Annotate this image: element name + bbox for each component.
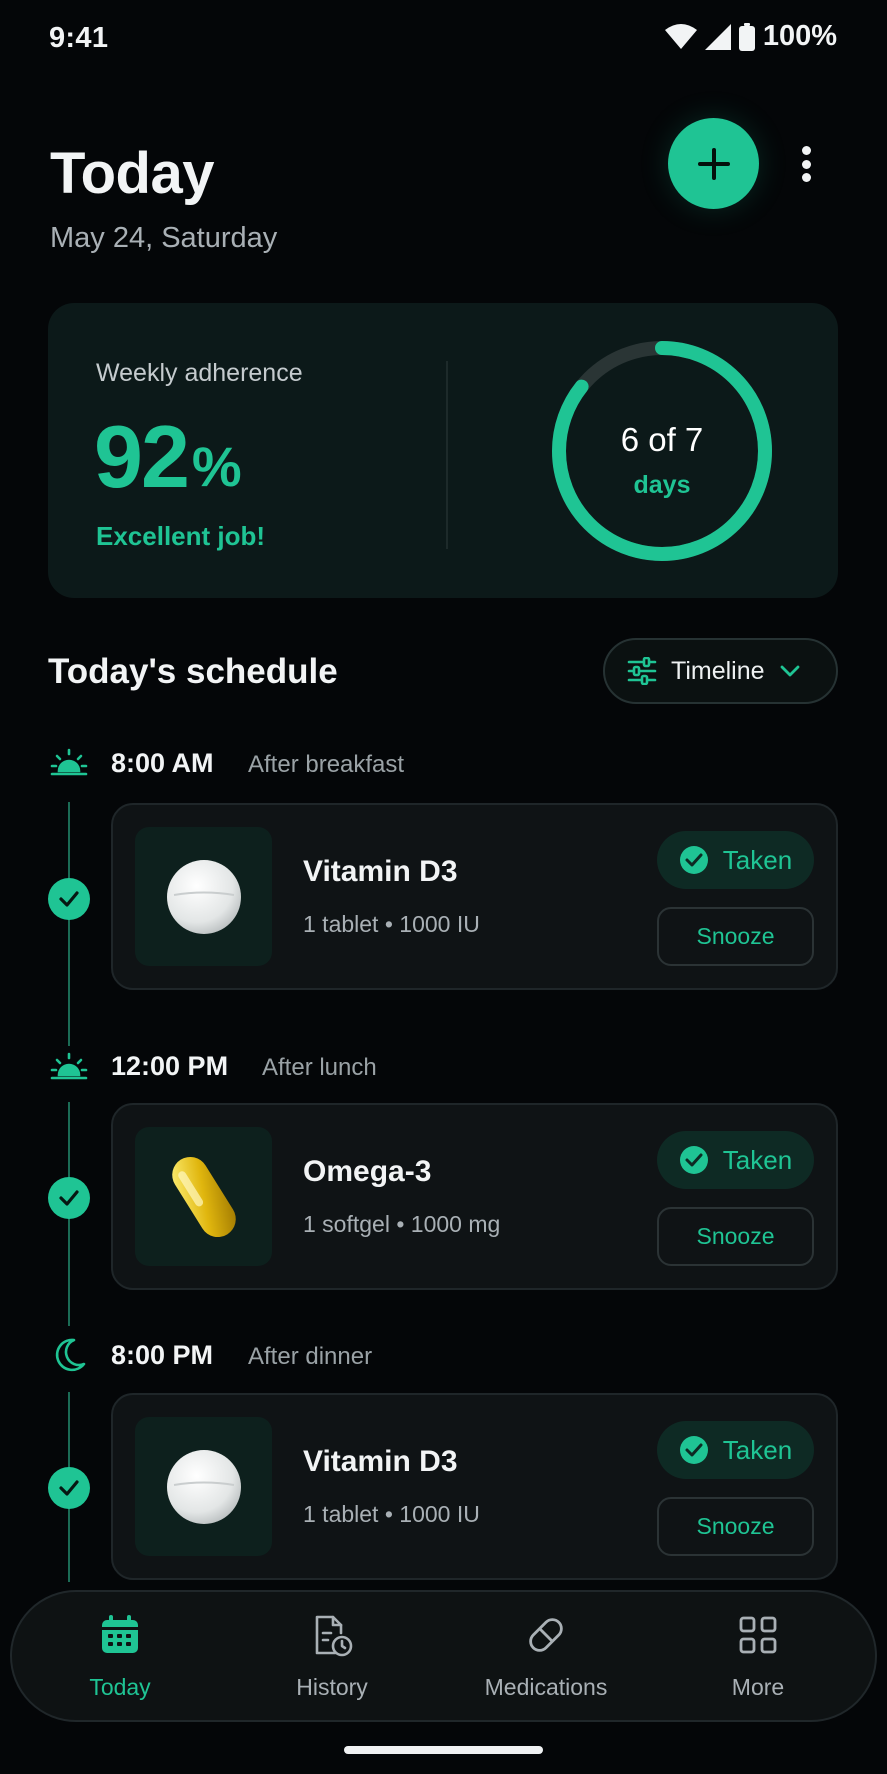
medication-dose: 1 softgel • 1000 mg (303, 1211, 501, 1237)
card-divider (446, 361, 448, 549)
battery-icon (738, 22, 755, 51)
ring-days-count: 6 of 7 (620, 421, 704, 458)
plus-icon (697, 147, 730, 180)
sunrise-icon (50, 744, 88, 782)
adherence-ring: 6 of 7 days (544, 333, 780, 569)
slot-note: After lunch (262, 1054, 377, 1081)
sliders-icon (627, 657, 657, 685)
page-date: May 24, Saturday (50, 222, 278, 254)
white-tablet-image (135, 1417, 272, 1556)
taken-label: Taken (722, 1144, 793, 1175)
adherence-message: Excellent job! (96, 521, 266, 551)
slot-time: 8:00 PM (111, 1340, 214, 1370)
signal-icon (704, 23, 731, 50)
medication-card[interactable]: Vitamin D3 1 tablet • 1000 IU Taken Snoo… (111, 1393, 838, 1580)
home-indicator[interactable] (344, 1746, 543, 1754)
nav-label: More (731, 1674, 785, 1700)
nav-label: Medications (484, 1674, 608, 1700)
slot-time: 12:00 PM (111, 1051, 229, 1081)
wifi-icon (664, 23, 697, 50)
dose-complete-icon (48, 1467, 90, 1509)
snooze-button[interactable]: Snooze (657, 1207, 814, 1266)
check-circle-icon (679, 846, 708, 874)
white-tablet-image (135, 827, 272, 966)
moon-icon (50, 1336, 88, 1374)
adherence-unit: % (191, 435, 242, 498)
medication-dose: 1 tablet • 1000 IU (303, 1501, 480, 1527)
nav-item-medications[interactable]: Medications (456, 1612, 636, 1701)
battery-percent: 100% (762, 20, 837, 52)
view-mode-dropdown[interactable]: Timeline (603, 638, 838, 704)
medication-name: Omega-3 (303, 1155, 432, 1188)
sun-icon (50, 1048, 88, 1086)
chevron-down-icon (780, 665, 799, 677)
view-mode-label: Timeline (671, 656, 765, 685)
status-time: 9:41 (49, 22, 109, 54)
slot-note: After dinner (248, 1343, 373, 1370)
adherence-percent: 92 (94, 407, 190, 506)
medication-card[interactable]: Omega-3 1 softgel • 1000 mg Taken Snooze (111, 1103, 838, 1290)
adherence-label: Weekly adherence (96, 359, 303, 387)
page-title: Today (50, 141, 215, 206)
check-circle-icon (679, 1436, 708, 1464)
dose-complete-icon (48, 878, 90, 920)
status-bar: 9:41 100% (0, 0, 887, 76)
status-icons: 100% (664, 20, 837, 53)
calendar-icon (97, 1612, 143, 1658)
nav-item-more[interactable]: More (668, 1612, 848, 1701)
medication-dose: 1 tablet • 1000 IU (303, 911, 480, 937)
medication-card[interactable]: Vitamin D3 1 tablet • 1000 IU Taken Snoo… (111, 803, 838, 990)
adherence-value: 92 % (94, 413, 242, 501)
schedule-title: Today's schedule (48, 652, 338, 691)
taken-label: Taken (722, 844, 793, 875)
grid-icon (735, 1612, 781, 1658)
timeline-line (68, 802, 70, 1046)
snooze-button[interactable]: Snooze (657, 1497, 814, 1556)
nav-label: Today (89, 1674, 151, 1700)
nav-item-today[interactable]: Today (30, 1612, 210, 1701)
nav-label: History (296, 1674, 368, 1700)
ring-days-label: days (633, 471, 691, 499)
check-circle-icon (679, 1146, 708, 1174)
medication-name: Vitamin D3 (303, 855, 458, 888)
weekly-adherence-card: Weekly adherence 92 % Excellent job! 6 o… (48, 303, 838, 598)
add-medication-button[interactable] (668, 118, 759, 209)
snooze-button[interactable]: Snooze (657, 907, 814, 966)
slot-note: After breakfast (248, 751, 405, 778)
yellow-softgel-image (135, 1127, 272, 1266)
more-options-icon[interactable] (790, 140, 822, 188)
taken-status-button[interactable]: Taken (657, 1421, 814, 1479)
bottom-nav: Today History Medications More (10, 1590, 877, 1722)
taken-status-button[interactable]: Taken (657, 831, 814, 889)
pill-icon (523, 1612, 569, 1658)
taken-status-button[interactable]: Taken (657, 1131, 814, 1189)
history-icon (309, 1612, 355, 1658)
taken-label: Taken (722, 1434, 793, 1465)
slot-time: 8:00 AM (111, 748, 214, 778)
dose-complete-icon (48, 1177, 90, 1219)
nav-item-history[interactable]: History (242, 1612, 422, 1701)
medication-name: Vitamin D3 (303, 1445, 458, 1478)
